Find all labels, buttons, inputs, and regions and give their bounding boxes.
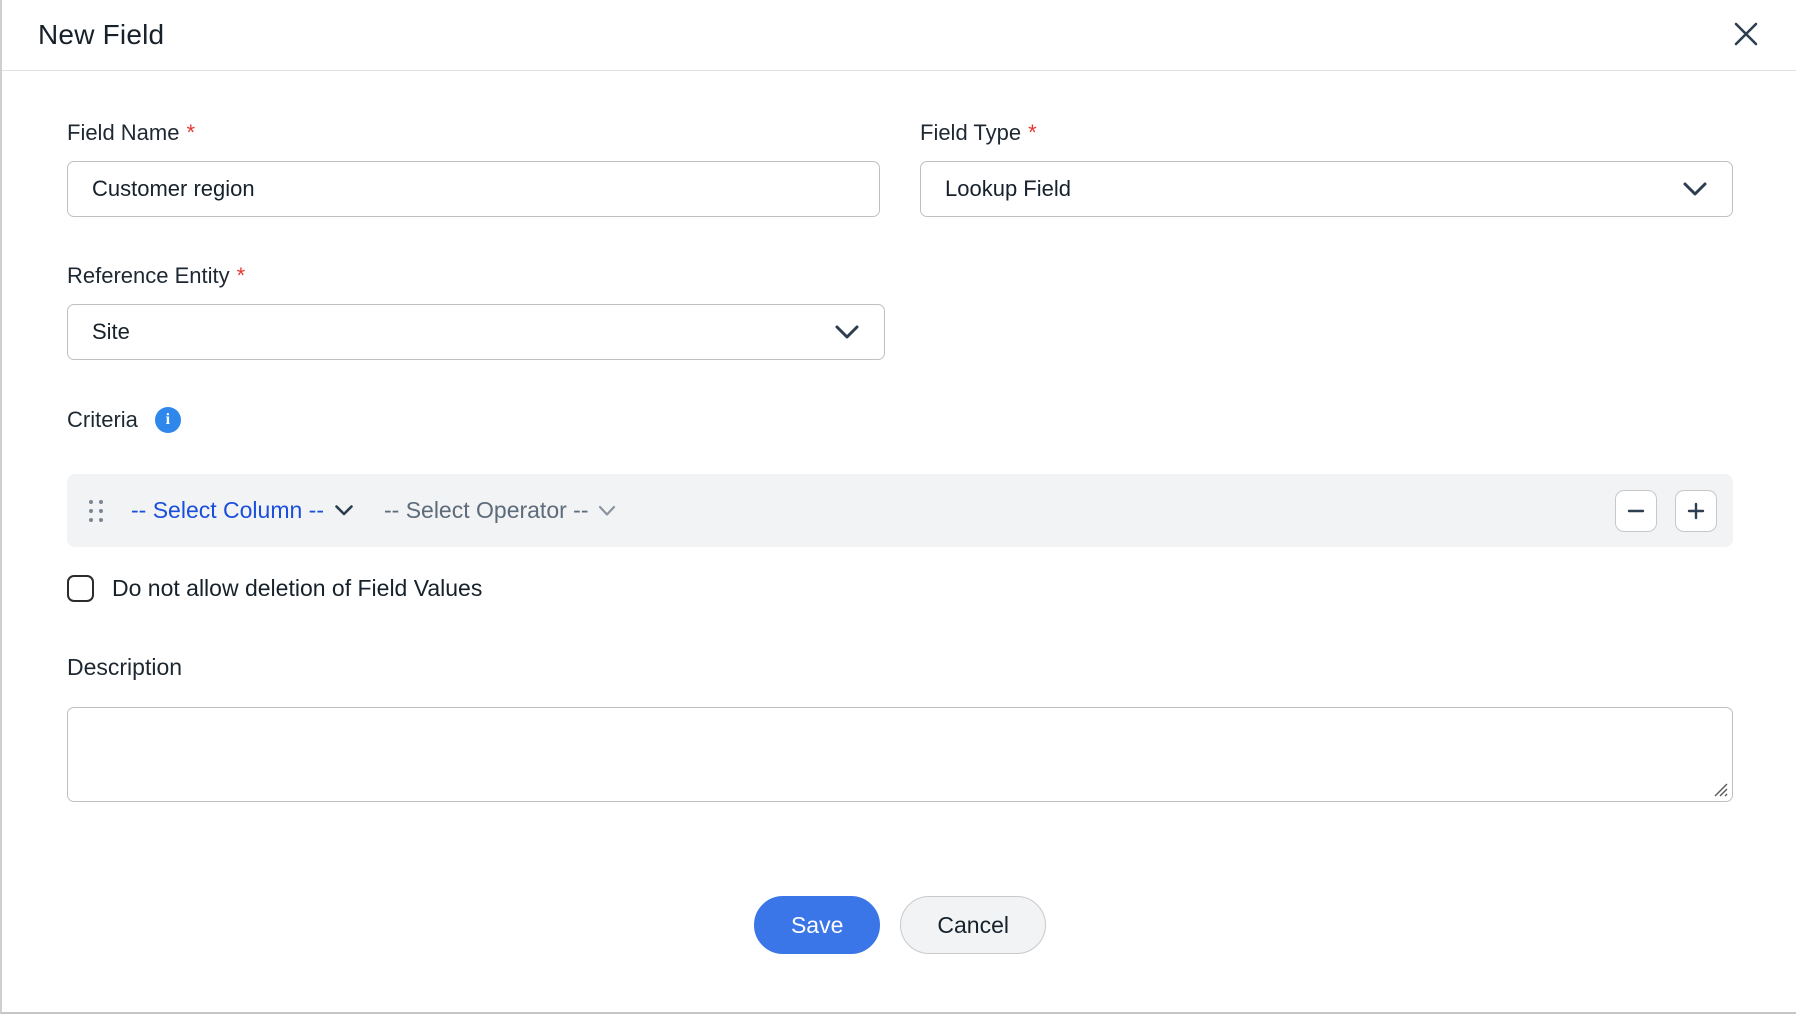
modal-header: New Field [2, 0, 1796, 71]
select-operator-dropdown[interactable]: -- Select Operator -- [384, 497, 617, 524]
field-type-label: Field Type * [920, 120, 1733, 146]
reference-entity-label: Reference Entity * [67, 263, 885, 289]
chevron-down-icon [334, 504, 354, 517]
field-type-select[interactable]: Lookup Field [920, 161, 1733, 217]
required-asterisk: * [186, 120, 195, 144]
deletion-checkbox[interactable] [67, 575, 94, 602]
required-asterisk: * [237, 263, 246, 287]
description-textarea[interactable] [67, 707, 1733, 802]
criteria-label: Criteria [67, 407, 138, 433]
deletion-checkbox-row: Do not allow deletion of Field Values [67, 575, 1733, 602]
select-operator-placeholder: -- Select Operator -- [384, 497, 589, 524]
field-name-group: Field Name * [67, 120, 880, 217]
chevron-down-icon [598, 505, 616, 517]
criteria-row-actions [1615, 490, 1717, 532]
reference-entity-label-text: Reference Entity [67, 263, 230, 289]
page-title: New Field [38, 19, 164, 51]
description-label: Description [67, 654, 1733, 681]
reference-entity-selected-value: Site [92, 319, 130, 345]
modal-footer: Save Cancel [67, 896, 1733, 954]
minus-icon [1625, 500, 1647, 522]
close-icon [1731, 19, 1761, 49]
reference-entity-group: Reference Entity * Site [67, 263, 885, 360]
remove-criteria-button[interactable] [1615, 490, 1657, 532]
field-row-reference: Reference Entity * Site [67, 263, 1733, 360]
drag-handle-icon[interactable] [89, 500, 103, 522]
select-column-dropdown[interactable]: -- Select Column -- [131, 497, 354, 524]
criteria-header: Criteria i [67, 407, 1733, 433]
close-button[interactable] [1724, 12, 1768, 56]
modal-body: Field Name * Field Type * Lookup Field [2, 120, 1796, 954]
field-type-selected-value: Lookup Field [945, 176, 1071, 202]
resize-handle-icon[interactable] [1711, 780, 1729, 798]
field-name-label: Field Name * [67, 120, 880, 146]
plus-icon [1685, 500, 1707, 522]
deletion-checkbox-label[interactable]: Do not allow deletion of Field Values [112, 575, 482, 602]
field-type-label-text: Field Type [920, 120, 1021, 146]
reference-entity-select[interactable]: Site [67, 304, 885, 360]
field-type-group: Field Type * Lookup Field [920, 120, 1733, 217]
cancel-button[interactable]: Cancel [900, 896, 1046, 954]
save-button[interactable]: Save [754, 896, 880, 954]
field-row-top: Field Name * Field Type * Lookup Field [67, 120, 1733, 217]
new-field-modal: New Field Field Name * Fiel [0, 0, 1796, 1014]
field-name-label-text: Field Name [67, 120, 179, 146]
chevron-down-icon [1682, 181, 1708, 197]
required-asterisk: * [1028, 120, 1037, 144]
add-criteria-button[interactable] [1675, 490, 1717, 532]
description-textarea-wrap [67, 707, 1733, 802]
info-icon[interactable]: i [155, 407, 181, 433]
select-column-placeholder: -- Select Column -- [131, 497, 324, 524]
chevron-down-icon [834, 324, 860, 340]
criteria-row: -- Select Column -- -- Select Operator -… [67, 474, 1733, 547]
field-name-input[interactable] [67, 161, 880, 217]
